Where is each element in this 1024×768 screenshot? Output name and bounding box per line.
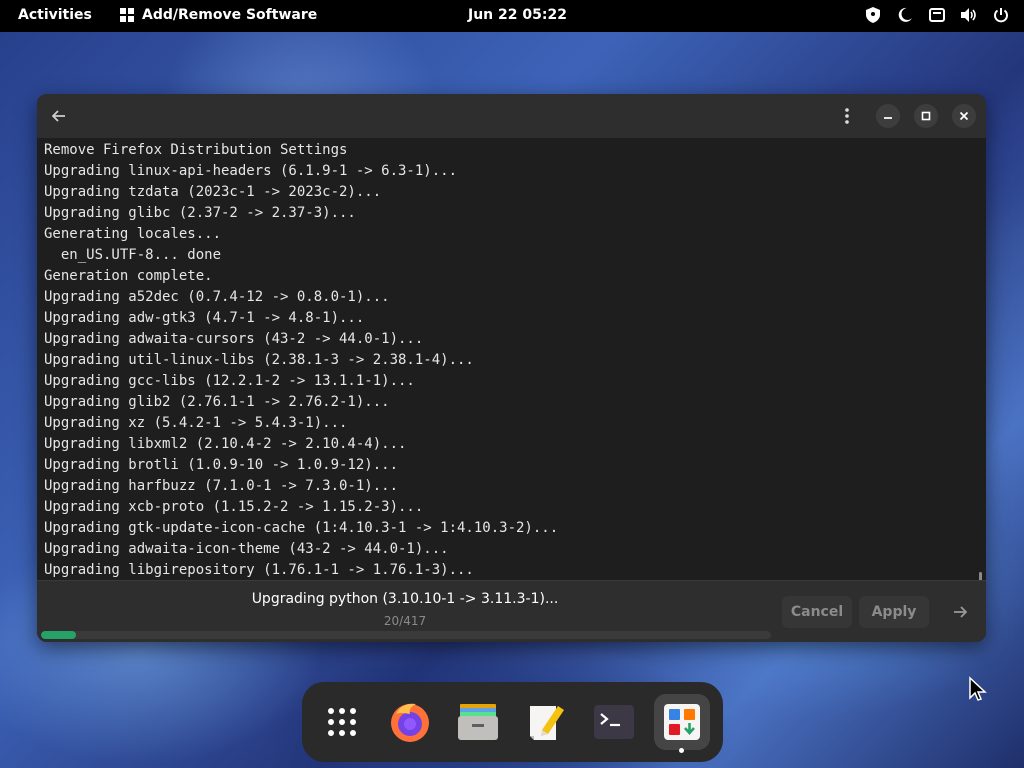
- minimize-icon[interactable]: [876, 104, 900, 128]
- log-line: Upgrading adwaita-icon-theme (43-2 -> 44…: [44, 541, 449, 557]
- log-line: Upgrading adwaita-cursors (43-2 -> 44.0-…: [44, 331, 424, 347]
- log-line: Upgrading gcc-libs (12.2.1-2 -> 13.1.1-1…: [44, 373, 415, 389]
- log-line: Upgrading xz (5.4.2-1 -> 5.4.3-1)...: [44, 415, 348, 431]
- maximize-icon[interactable]: [914, 104, 938, 128]
- firefox-icon[interactable]: [382, 694, 438, 750]
- log-line: Upgrading harfbuzz (7.1.0-1 -> 7.3.0-1).…: [44, 478, 399, 494]
- app-name: Add/Remove Software: [142, 7, 318, 23]
- transaction-status: Upgrading python (3.10.10-1 -> 3.11.3-1)…: [251, 591, 559, 607]
- shield-icon[interactable]: [864, 6, 882, 24]
- system-tray[interactable]: [864, 6, 1010, 24]
- log-line: Upgrading util-linux-libs (2.38.1-3 -> 2…: [44, 352, 474, 368]
- activities-button[interactable]: Activities: [18, 7, 92, 23]
- app-grid-icon: [120, 8, 134, 22]
- log-line: Upgrading glib2 (2.76.1-1 -> 2.76.2-1)..…: [44, 394, 390, 410]
- log-line: Upgrading libgirepository (1.76.1-1 -> 1…: [44, 562, 474, 578]
- cancel-button[interactable]: Cancel: [782, 596, 852, 628]
- log-line: Generating locales...: [44, 226, 222, 242]
- log-line: Upgrading adw-gtk3 (4.7-1 -> 4.8-1)...: [44, 310, 365, 326]
- log-line: Upgrading gtk-update-icon-cache (1:4.10.…: [44, 520, 559, 536]
- text-editor-icon[interactable]: [518, 694, 574, 750]
- log-line: Upgrading libxml2 (2.10.4-2 -> 2.10.4-4)…: [44, 436, 407, 452]
- menu-kebab-icon[interactable]: [835, 104, 859, 128]
- transaction-bar: Upgrading python (3.10.10-1 -> 3.11.3-1)…: [37, 580, 986, 642]
- progress-fill: [41, 631, 77, 639]
- log-line: Upgrading brotli (1.0.9-10 -> 1.0.9-12).…: [44, 457, 399, 473]
- night-light-icon[interactable]: [896, 6, 914, 24]
- back-icon[interactable]: [47, 104, 71, 128]
- progress-bar: [41, 631, 771, 639]
- log-line: Upgrading a52dec (0.7.4-12 -> 0.8.0-1)..…: [44, 289, 390, 305]
- dock: [302, 682, 723, 762]
- forward-arrow-icon[interactable]: [948, 600, 972, 624]
- transaction-count: 20/417: [383, 614, 427, 628]
- log-line: Upgrading linux-api-headers (6.1.9-1 -> …: [44, 163, 458, 179]
- header-bar: [37, 94, 986, 138]
- clock[interactable]: Jun 22 05:22: [468, 7, 567, 23]
- log-line: Remove Firefox Distribution Settings: [44, 142, 348, 158]
- log-lines: Remove Firefox Distribution Settings Upgr…: [44, 140, 558, 581]
- log-line: Upgrading glibc (2.37-2 -> 2.37-3)...: [44, 205, 356, 221]
- running-indicator: [679, 748, 684, 753]
- screen-icon[interactable]: [928, 6, 946, 24]
- mouse-cursor-icon: [968, 676, 988, 706]
- log-line: en_US.UTF-8... done: [44, 247, 222, 263]
- power-icon[interactable]: [992, 6, 1010, 24]
- transaction-log[interactable]: Remove Firefox Distribution Settings Upgr…: [37, 138, 986, 630]
- close-icon[interactable]: [952, 104, 976, 128]
- log-line: Upgrading xcb-proto (1.15.2-2 -> 1.15.2-…: [44, 499, 424, 515]
- app-menu[interactable]: Add/Remove Software: [120, 7, 317, 23]
- show-apps-icon[interactable]: [314, 694, 370, 750]
- top-bar: Activities Add/Remove Software Jun 22 05…: [0, 0, 1024, 32]
- terminal-icon[interactable]: [586, 694, 642, 750]
- apply-button[interactable]: Apply: [859, 596, 929, 628]
- files-icon[interactable]: [450, 694, 506, 750]
- software-icon[interactable]: [654, 694, 710, 750]
- log-line: Upgrading tzdata (2023c-1 -> 2023c-2)...: [44, 184, 382, 200]
- transaction-window: Remove Firefox Distribution Settings Upgr…: [37, 94, 986, 642]
- log-line: Generation complete.: [44, 268, 213, 284]
- volume-icon[interactable]: [960, 6, 978, 24]
